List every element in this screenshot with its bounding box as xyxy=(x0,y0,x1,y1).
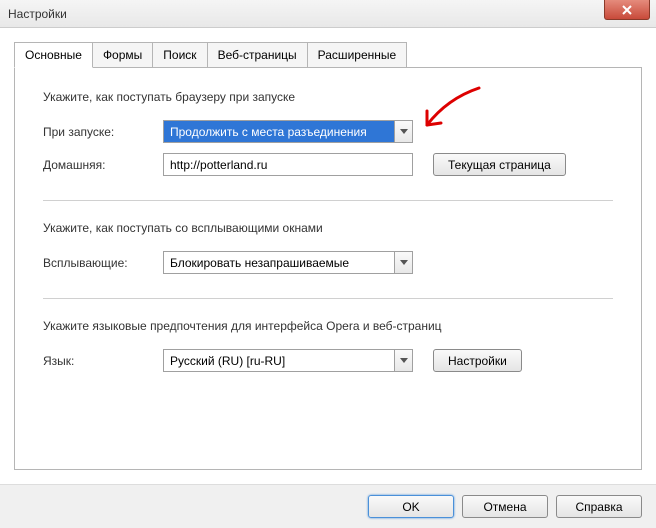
popups-label: Всплывающие: xyxy=(43,256,163,270)
tab-webpages[interactable]: Веб-страницы xyxy=(207,42,308,68)
current-page-button[interactable]: Текущая страница xyxy=(433,153,566,176)
dialog-footer: OK Отмена Справка xyxy=(0,484,656,528)
window-title: Настройки xyxy=(8,7,67,21)
row-homepage: Домашняя: Текущая страница xyxy=(43,153,613,176)
home-label: Домашняя: xyxy=(43,158,163,172)
row-language: Язык: Русский (RU) [ru-RU] Настройки xyxy=(43,349,613,372)
lang-select[interactable]: Русский (RU) [ru-RU] xyxy=(163,349,413,372)
popups-value: Блокировать незапрашиваемые xyxy=(170,256,349,270)
content-area: Основные Формы Поиск Веб-страницы Расшир… xyxy=(0,28,656,484)
tabs-wrap: Основные Формы Поиск Веб-страницы Расшир… xyxy=(14,42,642,470)
ok-button[interactable]: OK xyxy=(368,495,454,518)
popups-heading: Укажите, как поступать со всплывающими о… xyxy=(43,221,613,235)
tab-panel-main: Укажите, как поступать браузеру при запу… xyxy=(14,67,642,470)
on-start-label: При запуске: xyxy=(43,125,163,139)
tabs: Основные Формы Поиск Веб-страницы Расшир… xyxy=(14,42,642,68)
close-icon xyxy=(622,5,632,15)
tab-main[interactable]: Основные xyxy=(14,42,93,68)
row-popups: Всплывающие: Блокировать незапрашиваемые xyxy=(43,251,613,274)
row-on-start: При запуске: Продолжить с места разъедин… xyxy=(43,120,613,143)
lang-value: Русский (RU) [ru-RU] xyxy=(170,354,285,368)
home-input[interactable] xyxy=(163,153,413,176)
tab-search[interactable]: Поиск xyxy=(152,42,207,68)
tab-forms[interactable]: Формы xyxy=(92,42,153,68)
lang-settings-button[interactable]: Настройки xyxy=(433,349,522,372)
on-start-select[interactable]: Продолжить с места разъединения xyxy=(163,120,413,143)
lang-label: Язык: xyxy=(43,354,163,368)
divider xyxy=(43,200,613,201)
popups-select[interactable]: Блокировать незапрашиваемые xyxy=(163,251,413,274)
chevron-down-icon xyxy=(394,350,412,371)
tab-advanced[interactable]: Расширенные xyxy=(307,42,408,68)
chevron-down-icon xyxy=(394,252,412,273)
help-button[interactable]: Справка xyxy=(556,495,642,518)
startup-heading: Укажите, как поступать браузеру при запу… xyxy=(43,90,613,104)
on-start-value: Продолжить с места разъединения xyxy=(170,125,367,139)
divider xyxy=(43,298,613,299)
settings-window: Настройки Основные Формы Поиск Веб-стран… xyxy=(0,0,656,528)
close-button[interactable] xyxy=(604,0,650,20)
titlebar: Настройки xyxy=(0,0,656,28)
language-heading: Укажите языковые предпочтения для интерф… xyxy=(43,319,613,333)
chevron-down-icon xyxy=(394,121,412,142)
cancel-button[interactable]: Отмена xyxy=(462,495,548,518)
